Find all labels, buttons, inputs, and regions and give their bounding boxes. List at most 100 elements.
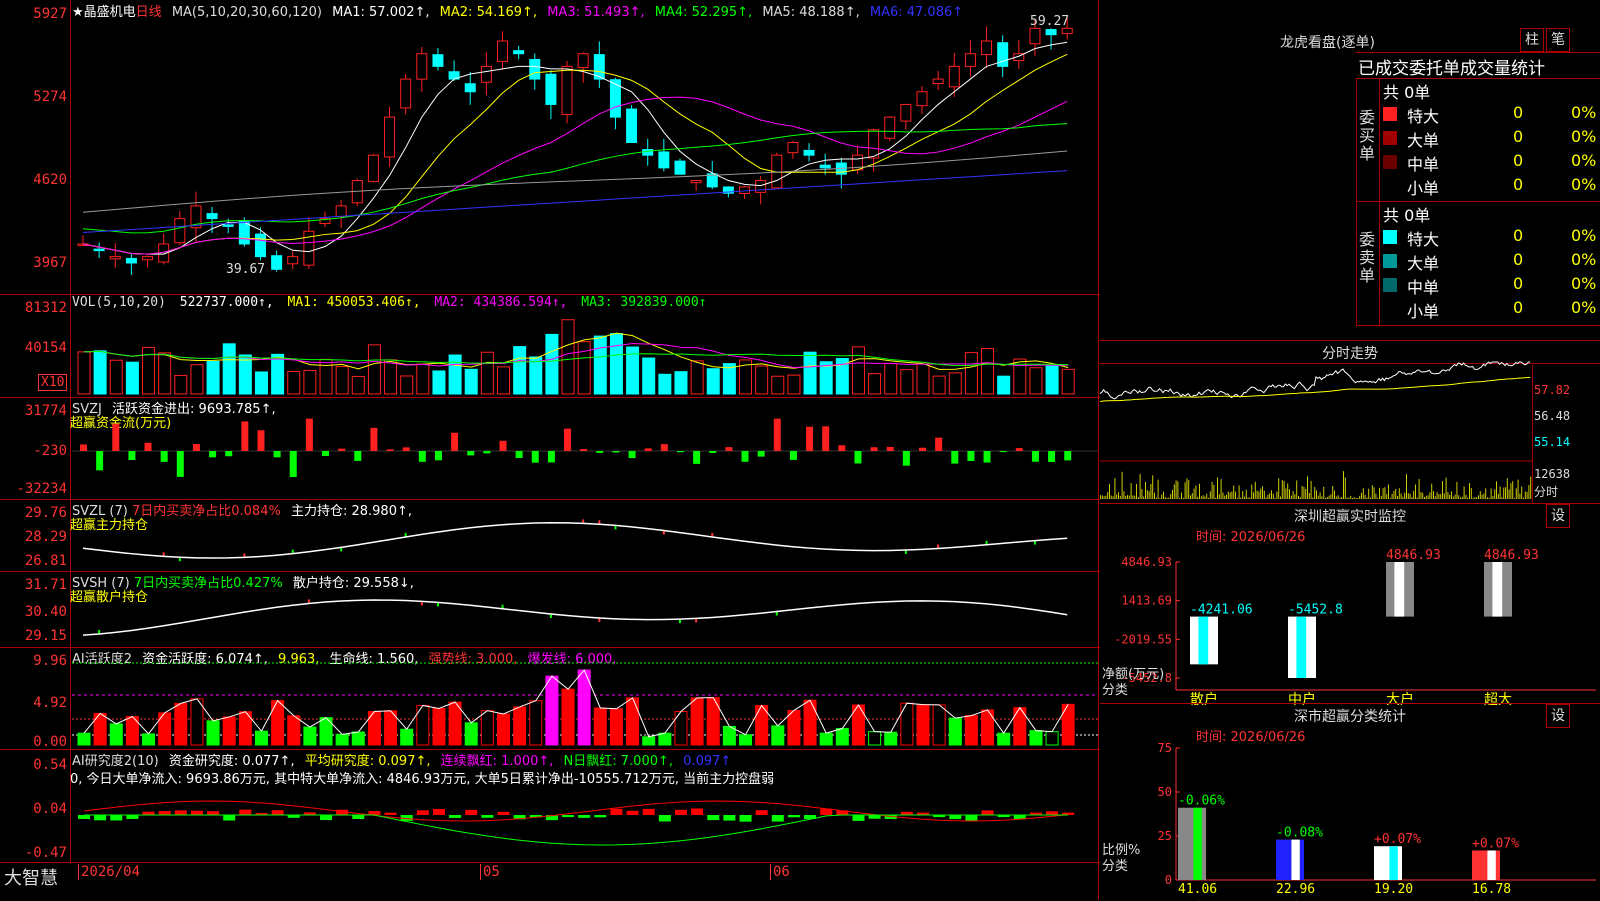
intraday-vol-bar xyxy=(1184,482,1186,499)
intraday-vol-bar xyxy=(1422,492,1424,499)
row-name: 大单 xyxy=(1407,131,1440,150)
candle-body xyxy=(513,50,525,55)
intraday-vol-bar xyxy=(1379,487,1380,499)
volume-chart[interactable] xyxy=(72,312,1098,396)
flow-bar xyxy=(757,451,765,457)
stat-title: 已成交委托单成交量统计 xyxy=(1358,59,1545,79)
intraday-vol-bar xyxy=(1310,480,1312,499)
flow-bar xyxy=(80,444,87,451)
fund-flow-chart[interactable] xyxy=(72,415,1098,497)
svzl-panel[interactable]: 29.76 28.29 26.81 SVZL (7) 7日内买卖净占比0.084… xyxy=(0,499,1100,572)
retail-holding-chart[interactable] xyxy=(72,591,1098,645)
activity-bar xyxy=(271,700,285,746)
volume-panel[interactable]: 81312 40154 X10 VOL(5,10,20) 522737.000↑… xyxy=(0,294,1100,398)
ai-research-panel[interactable]: 0.54 0.04 -0.47 AI研究度2(10) 资金研究度: 0.077↑… xyxy=(0,749,1100,863)
candle-body xyxy=(884,116,896,139)
flow-bar xyxy=(806,426,814,451)
intraday-vol-bar xyxy=(1467,497,1469,499)
svzj-panel[interactable]: 31774 -230 -32234 SVZJ 活跃资金进出: 9693.785↑… xyxy=(0,397,1100,500)
intraday-vol-bar xyxy=(1449,494,1451,499)
activity-bar xyxy=(642,736,656,746)
price-panel[interactable]: 5927 5274 4620 3967 ★晶盛机电日线 MA(5,10,20,3… xyxy=(0,0,1100,295)
activity-bar xyxy=(513,706,527,746)
intraday-vol-bar xyxy=(1503,487,1505,499)
intraday-vol-bar xyxy=(1220,479,1222,499)
intraday-vol-bar xyxy=(1494,489,1496,499)
flow-bar xyxy=(676,451,684,453)
intraday-vol-bar xyxy=(1384,487,1386,499)
ratio-bar-chart[interactable]: 7550250比例%分类-0.06%41.06散户-0.08%22.96中户+0… xyxy=(1100,741,1600,901)
sz-class-panel[interactable]: 深市超赢分类统计 设 时间: 2026/06/26 75 50 25 0 比例% 分类 -0… xyxy=(1100,703,1600,901)
research-bar xyxy=(271,810,284,815)
intraday-vol-bar xyxy=(1274,497,1276,499)
candle-body xyxy=(416,53,428,80)
ai-activity-chart[interactable] xyxy=(72,662,1098,747)
intraday-vol-bar xyxy=(1492,496,1494,499)
price-axis-label: 5927 xyxy=(33,6,67,22)
svzj-axis-label: -32234 xyxy=(16,481,67,497)
sz-class-title: 深市超赢分类统计 xyxy=(1294,709,1406,725)
sz-monitor-settings-button[interactable]: 设 xyxy=(1546,504,1570,528)
sz-class-settings-button[interactable]: 设 xyxy=(1546,704,1570,728)
axis-label: 1413.69 xyxy=(1121,594,1172,608)
research-bar xyxy=(981,810,994,815)
candle-body xyxy=(400,78,412,109)
candle-body xyxy=(739,186,751,194)
activity-bar xyxy=(497,713,511,746)
activity-bar xyxy=(932,704,946,746)
intraday-price-line xyxy=(1099,361,1531,400)
intraday-vol-bar xyxy=(1326,496,1328,499)
volume-bar xyxy=(948,372,962,395)
stat-table: 委买单 委卖单 共 0单 特大 0 0% 大单 0 0% 中单 0 0% 小单 0 0% 共 0单 特大 0… xyxy=(1356,78,1600,326)
volume-bar xyxy=(109,359,123,395)
intraday-vol-bar xyxy=(1154,492,1155,499)
intraday-vol-bar xyxy=(1505,487,1506,499)
bar-highlight xyxy=(1296,616,1307,678)
intraday-vol-bar xyxy=(1407,493,1409,499)
intraday-vol-bar xyxy=(1389,497,1391,499)
intraday-vol-bar xyxy=(1499,486,1501,499)
net-amount-bar-chart[interactable]: 4846.93 1413.69 -2019.55 -5452.8 净额(万元)分类 -42… xyxy=(1100,544,1600,708)
volume-bar xyxy=(351,375,365,395)
intraday-vol-bar xyxy=(1132,495,1134,499)
flow-bar xyxy=(854,451,862,464)
x-axis-title: 分类 xyxy=(1102,683,1128,698)
ai-activity-panel[interactable]: 9.96 4.92 0.00 AI活跃度2 资金活跃度: 6.074↑, 9.9… xyxy=(0,647,1100,750)
volume-bar xyxy=(464,368,478,395)
intraday-vol-bar xyxy=(1244,496,1245,499)
tick-mode-button[interactable]: 笔 xyxy=(1546,28,1570,52)
color-swatch xyxy=(1383,254,1397,268)
research-bar xyxy=(723,815,736,821)
svsh-panel[interactable]: 31.71 30.40 29.15 SVSH (7) 7日内买卖净占比0.427… xyxy=(0,571,1100,648)
intraday-panel[interactable]: 分时走势 57.82 56.48 55.14 12638 分时 xyxy=(1099,340,1600,504)
intraday-vol-bar xyxy=(1173,484,1175,499)
candlestick-chart[interactable] xyxy=(72,18,1098,292)
flow-bar xyxy=(257,430,265,451)
activity-bar xyxy=(351,731,365,746)
intraday-vol-bar xyxy=(1256,490,1258,499)
sz-monitor-panel[interactable]: 深圳超赢实时监控 设 时间: 2026/06/26 4846.93 1413.69… xyxy=(1100,503,1600,708)
intraday-vol-bar xyxy=(1371,485,1373,499)
intraday-vol-bar xyxy=(1148,491,1150,499)
intraday-vol-bar xyxy=(1105,495,1107,499)
volume-bar xyxy=(335,366,349,395)
intraday-vol-bar xyxy=(1182,497,1184,499)
bar-mode-button[interactable]: 柱 xyxy=(1520,28,1544,52)
sell-row: 大单 0 0% xyxy=(1381,250,1600,273)
flow-bar xyxy=(725,447,733,451)
volume-bar xyxy=(690,360,704,395)
intraday-chart[interactable] xyxy=(1099,361,1532,502)
intraday-vol-bar xyxy=(1487,497,1488,499)
volume-bar xyxy=(416,363,430,395)
flow-bar xyxy=(483,451,491,454)
volume-bar xyxy=(206,360,220,395)
flow-bar xyxy=(1031,451,1039,462)
flow-bar xyxy=(338,448,346,451)
main-holding-chart[interactable] xyxy=(72,519,1098,569)
ai-research-chart[interactable] xyxy=(72,789,1098,859)
flow-bar xyxy=(322,451,330,456)
intraday-vol-bar xyxy=(1245,489,1247,499)
intraday-vol-bar xyxy=(1456,481,1458,499)
intraday-vol-bar xyxy=(1127,495,1128,499)
svsh-axis-label: 31.71 xyxy=(24,577,67,593)
